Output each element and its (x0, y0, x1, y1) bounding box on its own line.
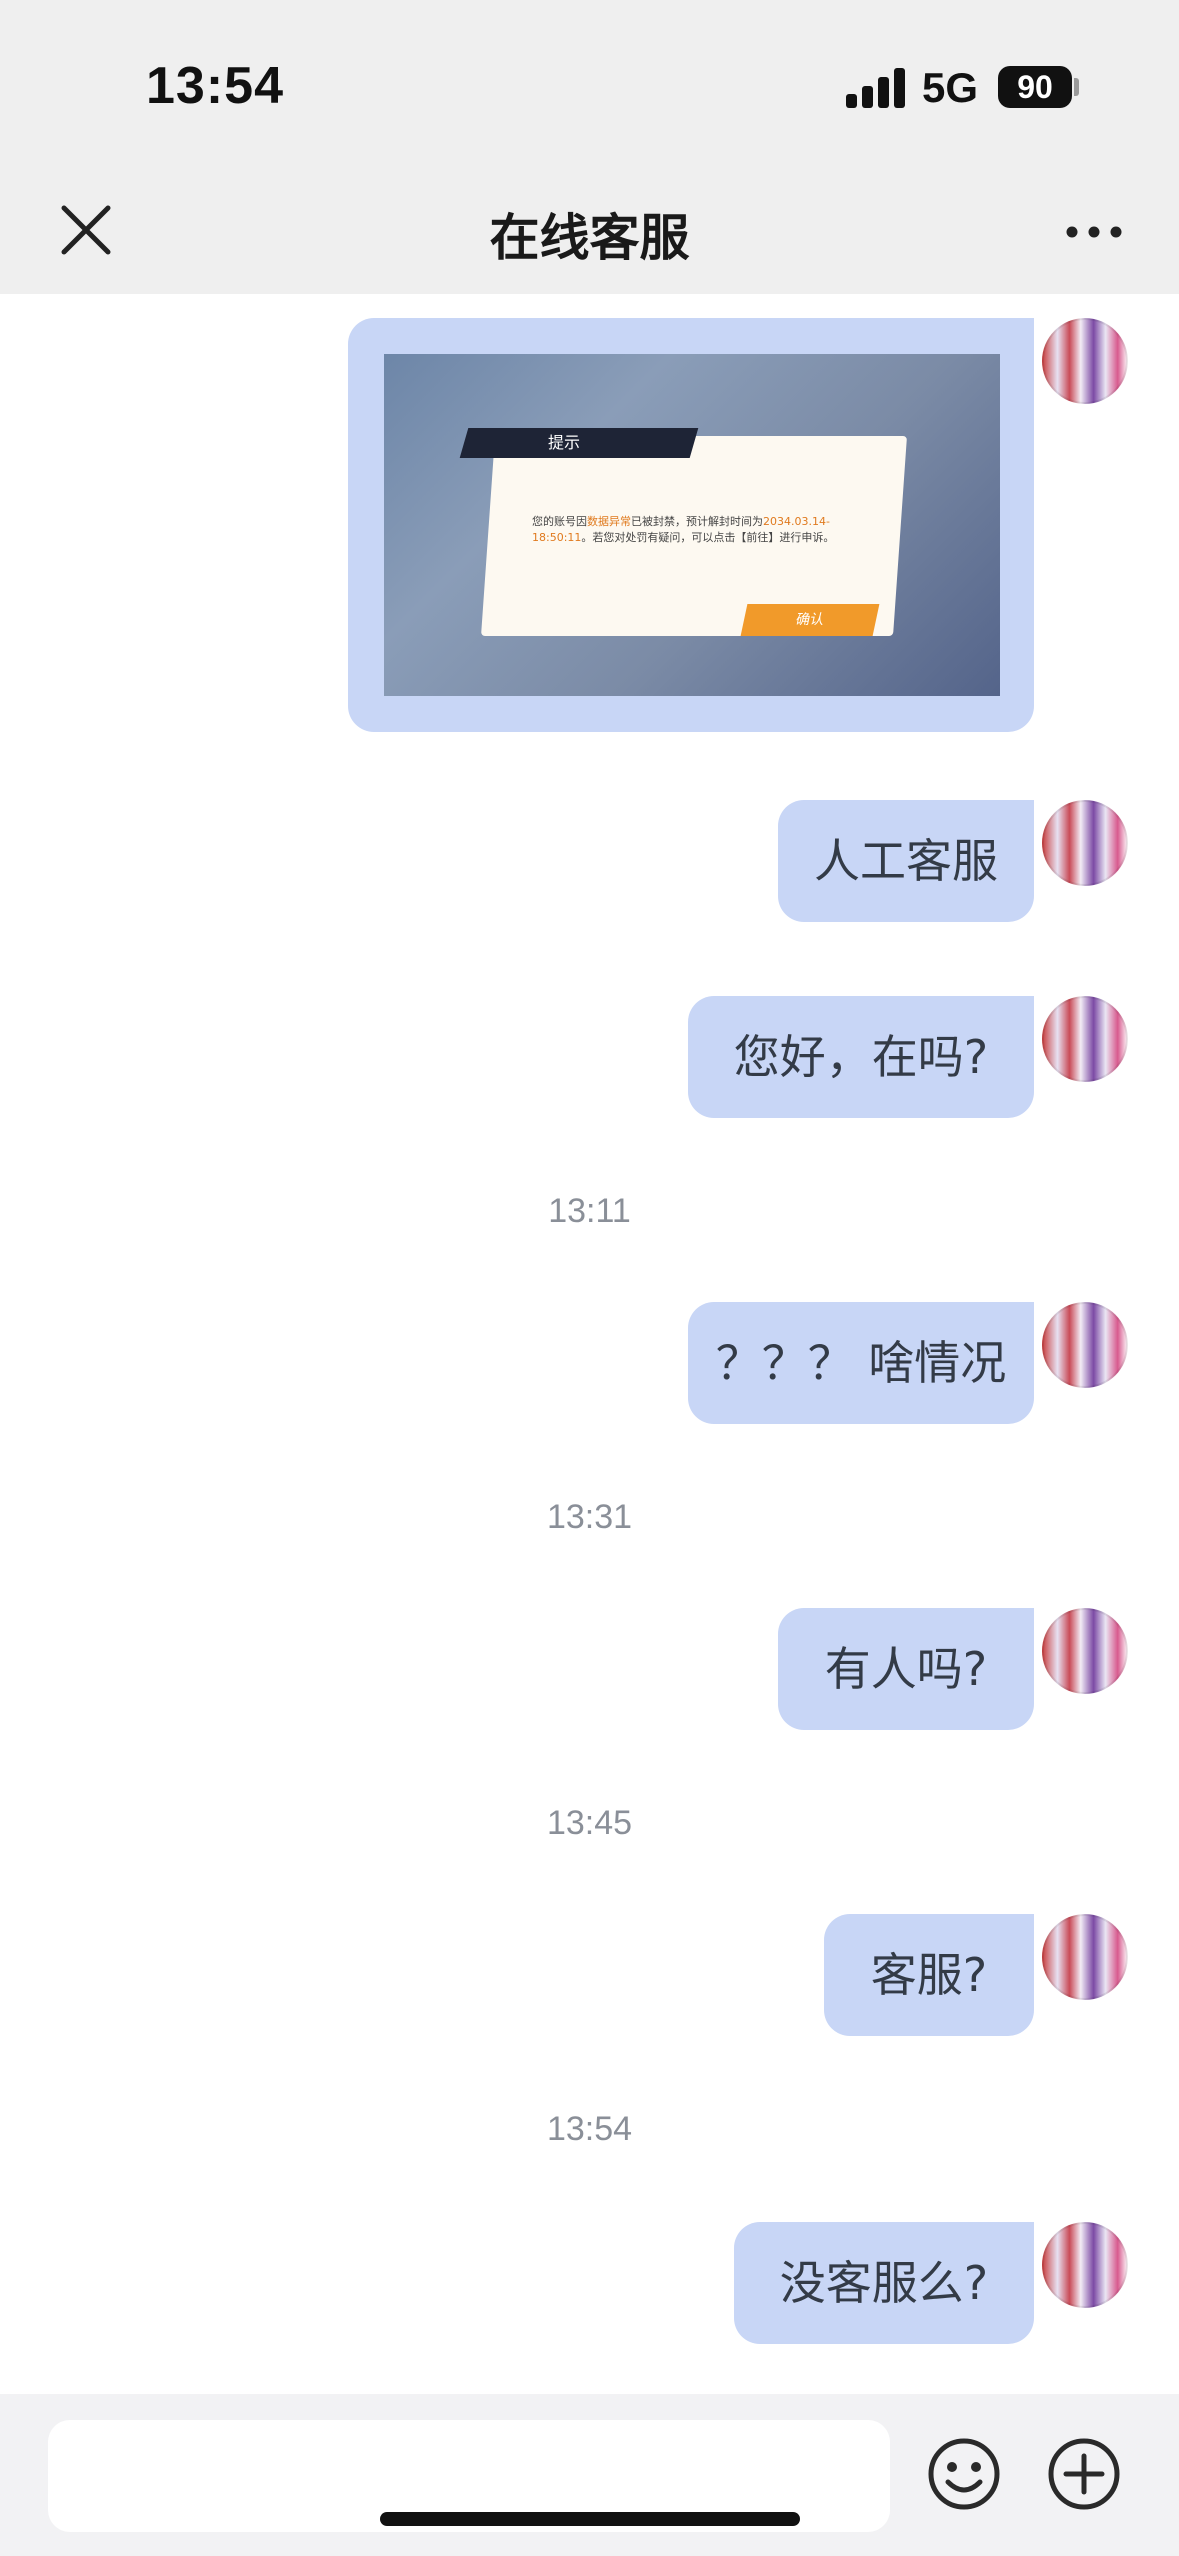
game-screenshot[interactable]: 提示 您的账号因数据异常已被封禁，预计解封时间为2034.03.14-18:50… (384, 354, 1000, 696)
status-time: 13:54 (146, 57, 284, 115)
message-bubble[interactable]: 客服? (824, 1914, 1034, 2036)
avatar[interactable] (1042, 800, 1128, 886)
nav-bar: 在线客服 (0, 170, 1179, 294)
signal-icon (846, 66, 908, 108)
home-indicator[interactable] (380, 2512, 800, 2526)
message-row: 您好，在吗? (0, 996, 1179, 1118)
message-bubble[interactable]: 没客服么? (734, 2222, 1034, 2344)
avatar[interactable] (1042, 1302, 1128, 1388)
battery-icon: 90 (998, 66, 1072, 108)
avatar[interactable] (1042, 2222, 1128, 2308)
timestamp: 13:54 (546, 2110, 633, 2148)
message-row: 人工客服 (0, 800, 1179, 922)
dialog-confirm-button: 确认 (740, 604, 880, 636)
page-title: 在线客服 (489, 209, 690, 267)
dialog-text: 您的账号因数据异常已被封禁，预计解封时间为2034.03.14-18:50:11… (532, 515, 835, 544)
message-image-row: 提示 您的账号因数据异常已被封禁，预计解封时间为2034.03.14-18:50… (0, 294, 1179, 754)
plus-icon[interactable] (1044, 2434, 1124, 2514)
message-bubble[interactable]: 有人吗? (778, 1608, 1034, 1730)
avatar[interactable] (1042, 1914, 1128, 2000)
emoji-icon[interactable] (924, 2434, 1004, 2514)
dialog-title: 提示 (547, 433, 580, 452)
more-icon[interactable] (1064, 220, 1124, 244)
battery-tip (1074, 78, 1079, 96)
avatar[interactable] (1042, 1608, 1128, 1694)
message-bubble[interactable]: 人工客服 (778, 800, 1034, 922)
timestamp: 13:11 (548, 1192, 631, 1230)
battery-level: 90 (1017, 69, 1053, 105)
message-row: 没客服么? (0, 2222, 1179, 2344)
message-bubble[interactable]: ？？？ 啥情况 (688, 1302, 1034, 1424)
message-row: ？？？ 啥情况 (0, 1302, 1179, 1424)
chat-area[interactable]: 提示 您的账号因数据异常已被封禁，预计解封时间为2034.03.14-18:50… (0, 294, 1179, 2394)
timestamp: 13:31 (546, 1498, 633, 1536)
input-bar (0, 2394, 1179, 2556)
image-bubble[interactable]: 提示 您的账号因数据异常已被封禁，预计解封时间为2034.03.14-18:50… (348, 318, 1034, 732)
network-label: 5G (922, 64, 979, 111)
timestamp: 13:45 (546, 1804, 633, 1842)
avatar[interactable] (1042, 996, 1128, 1082)
status-bar: 13:54 5G 90 (0, 0, 1179, 170)
message-row: 客服? (0, 1914, 1179, 2036)
message-row: 有人吗? (0, 1608, 1179, 1730)
avatar[interactable] (1042, 318, 1128, 404)
message-bubble[interactable]: 您好，在吗? (688, 996, 1034, 1118)
